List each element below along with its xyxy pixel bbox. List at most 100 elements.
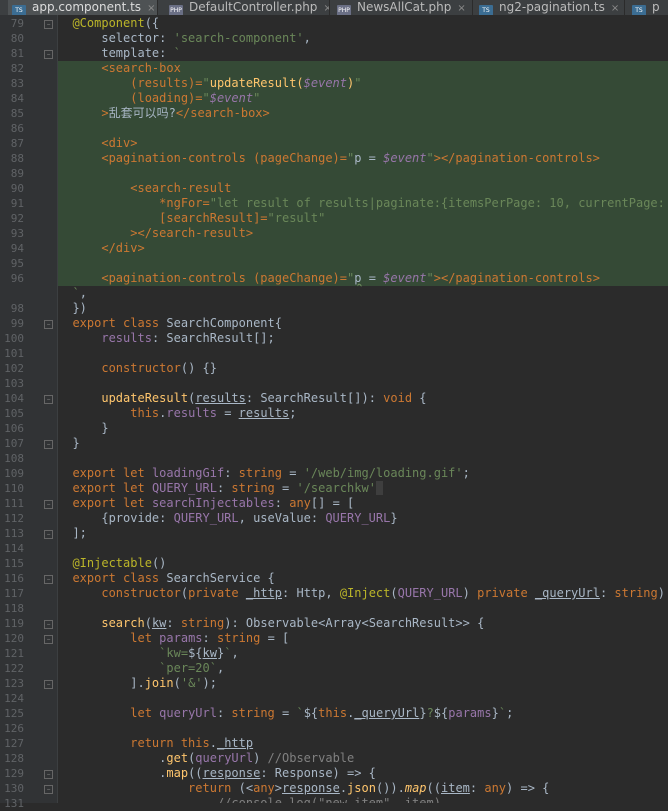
line-number: 79 — [10, 17, 24, 30]
line-number: 83 — [10, 77, 24, 90]
line-number: 117 — [4, 587, 24, 600]
code-line[interactable] — [58, 541, 668, 556]
line-number: 81 — [10, 47, 24, 60]
code-line[interactable]: template: ` — [58, 46, 668, 61]
line-number: 105 — [4, 407, 24, 420]
line-number: 113 — [4, 527, 24, 540]
code-line[interactable]: search(kw: string): Observable<Array<Sea… — [58, 616, 668, 631]
code-line[interactable]: <div> — [58, 136, 668, 151]
code-line[interactable]: export class SearchComponent{ — [58, 316, 668, 331]
code-line[interactable]: <pagination-controls (pageChange)="p = $… — [58, 271, 668, 286]
fold-icon[interactable]: − — [44, 20, 53, 29]
line-number: 96 — [10, 272, 24, 285]
close-icon[interactable]: × — [611, 2, 619, 15]
tab-p[interactable]: TS p — [628, 0, 668, 15]
line-number: 91 — [10, 197, 24, 210]
fold-icon[interactable]: − — [44, 530, 53, 539]
fold-icon[interactable]: − — [44, 680, 53, 689]
code-line[interactable]: .get(queryUrl) //Observable — [58, 751, 668, 766]
code-line[interactable]: constructor(private _http: Http, @Inject… — [58, 586, 668, 601]
code-line[interactable]: ].join('&'); — [58, 676, 668, 691]
fold-icon[interactable]: − — [44, 440, 53, 449]
code-line[interactable]: //console.log("new item", item) — [58, 796, 668, 803]
code-line[interactable]: export let searchInjectables: any[] = [ — [58, 496, 668, 511]
code-line[interactable]: `kw=${kw}`, — [58, 646, 668, 661]
line-number-gutter: 79 − 80 81 − 82 83 84 85 86 87 88 89 90 91 92 93 94 95 96 98… — [0, 15, 58, 810]
fold-icon[interactable]: − — [44, 395, 53, 404]
line-number: 120 — [4, 632, 24, 645]
code-line[interactable]: constructor() {} — [58, 361, 668, 376]
code-line[interactable]: ></search-result> — [58, 226, 668, 241]
code-line[interactable]: .map((response: Response) => { — [58, 766, 668, 781]
fold-icon[interactable]: − — [44, 785, 53, 794]
code-line[interactable]: {provide: QUERY_URL, useValue: QUERY_URL… — [58, 511, 668, 526]
code-line[interactable]: export let QUERY_URL: string = '/searchk… — [58, 481, 668, 496]
code-line[interactable]: (loading)="$event" — [58, 91, 668, 106]
fold-icon[interactable]: − — [44, 50, 53, 59]
tab-defaultcontroller-php[interactable]: PHP DefaultController.php × — [165, 0, 330, 15]
code-line[interactable]: `, — [58, 286, 668, 301]
fold-icon[interactable]: − — [44, 635, 53, 644]
code-line[interactable]: ]; — [58, 526, 668, 541]
code-line[interactable] — [58, 121, 668, 136]
ts-file-icon: TS — [479, 5, 493, 15]
line-number: 104 — [4, 392, 24, 405]
fold-icon[interactable]: − — [44, 320, 53, 329]
code-line[interactable]: (results)="updateResult($event)" — [58, 76, 668, 91]
fold-icon[interactable]: − — [44, 500, 53, 509]
tab-newsallcat-php[interactable]: PHP NewsAllCat.php × — [333, 0, 473, 15]
code-line[interactable] — [58, 721, 668, 736]
line-number: 115 — [4, 557, 24, 570]
code-line[interactable]: @Injectable() — [58, 556, 668, 571]
tab-app-component-ts[interactable]: TS app.component.ts × — [8, 0, 158, 15]
code-line[interactable]: }) — [58, 301, 668, 316]
code-line[interactable]: return this._http — [58, 736, 668, 751]
code-line[interactable]: this.results = results; — [58, 406, 668, 421]
code-line[interactable] — [58, 691, 668, 706]
line-number: 89 — [10, 167, 24, 180]
code-line[interactable]: >乱套可以吗?</search-box> — [58, 106, 668, 121]
code-line[interactable]: results: SearchResult[]; — [58, 331, 668, 346]
code-line[interactable]: updateResult(results: SearchResult[]): v… — [58, 391, 668, 406]
close-icon[interactable]: × — [457, 2, 465, 15]
line-number: 99 — [10, 317, 24, 330]
line-number: 80 — [10, 32, 24, 45]
line-number: 114 — [4, 542, 24, 555]
code-line[interactable]: } — [58, 436, 668, 451]
fold-icon[interactable]: − — [44, 770, 53, 779]
fold-icon[interactable]: − — [44, 620, 53, 629]
close-icon[interactable]: × — [323, 2, 329, 15]
code-line[interactable] — [58, 376, 668, 391]
fold-icon[interactable]: − — [44, 575, 53, 584]
line-number: 112 — [4, 512, 24, 525]
code-line[interactable]: } — [58, 421, 668, 436]
code-line[interactable]: selector: 'search-component', — [58, 31, 668, 46]
code-line[interactable]: `per=20`, — [58, 661, 668, 676]
code-line[interactable]: let params: string = [ — [58, 631, 668, 646]
close-icon[interactable]: × — [147, 2, 155, 15]
code-line[interactable]: [searchResult]="result" — [58, 211, 668, 226]
code-line[interactable] — [58, 601, 668, 616]
code-line[interactable] — [58, 451, 668, 466]
code-line[interactable]: <pagination-controls (pageChange)="p = $… — [58, 151, 668, 166]
editor-tab-bar: TS app.component.ts × PHP DefaultController.… — [0, 0, 668, 15]
code-line[interactable]: export let loadingGif: string = '/web/im… — [58, 466, 668, 481]
line-number: 126 — [4, 722, 24, 735]
tab-ng2-pagination-ts[interactable]: TS ng2-pagination.ts × — [475, 0, 625, 15]
code-line[interactable]: export class SearchService { — [58, 571, 668, 586]
code-line[interactable]: return (<any>response.json()).map((item:… — [58, 781, 668, 796]
code-line[interactable]: <search-box — [58, 61, 668, 76]
tab-label: DefaultController.php — [189, 0, 318, 14]
code-editor[interactable]: @Component({ selector: 'search-component… — [58, 15, 668, 803]
line-number: 128 — [4, 752, 24, 765]
code-line[interactable] — [58, 346, 668, 361]
code-line[interactable]: let queryUrl: string = `${this._queryUrl… — [58, 706, 668, 721]
code-line[interactable]: *ngFor="let result of results|paginate:{… — [58, 196, 668, 211]
code-line[interactable] — [58, 256, 668, 271]
code-line[interactable]: @Component({ — [58, 16, 668, 31]
line-number: 121 — [4, 647, 24, 660]
code-line[interactable] — [58, 166, 668, 181]
code-line[interactable]: <search-result — [58, 181, 668, 196]
ts-file-icon: TS — [632, 5, 646, 15]
code-line[interactable]: </div> — [58, 241, 668, 256]
